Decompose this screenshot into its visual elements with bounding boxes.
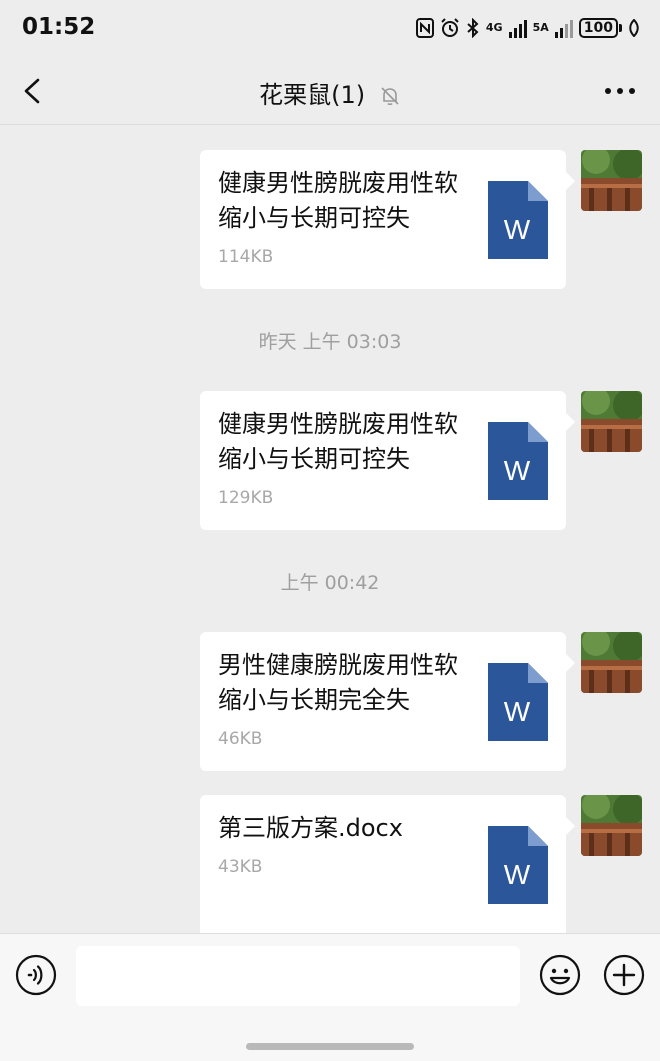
chat-message-list[interactable]: 健康男性膀胱废用性软缩小与长期可控失 114KB W 昨天 上午 03:03 健… xyxy=(0,125,660,933)
word-document-icon: W xyxy=(488,826,548,904)
signal-bars-2-icon xyxy=(554,18,573,38)
word-document-icon: W xyxy=(488,663,548,741)
timestamp: 昨天 上午 03:03 xyxy=(258,331,402,353)
file-name: 健康男性膀胱废用性软缩小与长期可控失 xyxy=(218,410,458,473)
chat-header: 花栗鼠(1) xyxy=(0,58,660,125)
leaf-icon xyxy=(629,19,639,37)
status-time: 01:52 xyxy=(22,14,96,40)
avatar-image xyxy=(581,150,642,211)
file-message[interactable]: 第三版方案.docx 43KB W xyxy=(200,795,575,933)
word-document-icon: W xyxy=(488,181,548,259)
avatar[interactable] xyxy=(581,150,642,211)
alarm-icon xyxy=(441,18,459,37)
file-message[interactable]: 男性健康膀胱废用性软缩小与长期完全失 46KB W xyxy=(200,632,575,771)
signal-bars-icon xyxy=(508,18,527,38)
avatar-image xyxy=(581,795,642,856)
chat-title-container: 花栗鼠(1) xyxy=(0,75,660,110)
avatar-image xyxy=(581,632,642,693)
bluetooth-icon xyxy=(467,18,479,38)
file-type-letter: W xyxy=(504,455,531,486)
voice-icon[interactable] xyxy=(15,954,57,996)
emoji-icon[interactable] xyxy=(539,954,581,996)
file-message[interactable]: 健康男性膀胱废用性软缩小与长期可控失 129KB W xyxy=(200,391,575,530)
chat-title: 花栗鼠(1) xyxy=(259,81,366,109)
file-name: 健康男性膀胱废用性软缩小与长期可控失 xyxy=(218,169,458,232)
file-message[interactable]: 健康男性膀胱废用性软缩小与长期可控失 114KB W xyxy=(200,150,575,289)
file-type-letter: W xyxy=(504,696,531,727)
status-icons: 4G 5A 100 xyxy=(415,16,640,40)
file-size: 114KB xyxy=(218,247,274,267)
plus-circle-icon[interactable] xyxy=(603,954,645,996)
file-size: 43KB xyxy=(218,857,263,877)
message-input[interactable] xyxy=(76,946,520,1006)
bell-off-icon xyxy=(381,87,399,106)
file-type-letter: W xyxy=(504,214,531,245)
avatar[interactable] xyxy=(581,632,642,693)
input-bar xyxy=(0,933,660,1061)
home-indicator[interactable] xyxy=(246,1043,414,1050)
timestamp: 上午 00:42 xyxy=(280,572,380,594)
avatar[interactable] xyxy=(581,391,642,452)
status-bar: 01:52 4G 5A 100 xyxy=(0,0,660,58)
file-name: 第三版方案.docx xyxy=(218,814,403,842)
avatar[interactable] xyxy=(581,795,642,856)
file-size: 129KB xyxy=(218,488,274,508)
avatar-image xyxy=(581,391,642,452)
battery-tip xyxy=(619,24,622,32)
battery-icon: 100 xyxy=(578,18,622,38)
more-horizontal-icon[interactable] xyxy=(604,82,636,100)
network-4g-label: 4G xyxy=(485,21,503,34)
word-document-icon: W xyxy=(488,422,548,500)
nfc-icon xyxy=(415,18,434,38)
network-5a-label: 5A xyxy=(532,21,549,34)
file-type-letter: W xyxy=(504,859,531,890)
file-name: 男性健康膀胱废用性软缩小与长期完全失 xyxy=(218,651,458,714)
battery-level: 100 xyxy=(578,18,618,38)
file-size: 46KB xyxy=(218,729,263,749)
